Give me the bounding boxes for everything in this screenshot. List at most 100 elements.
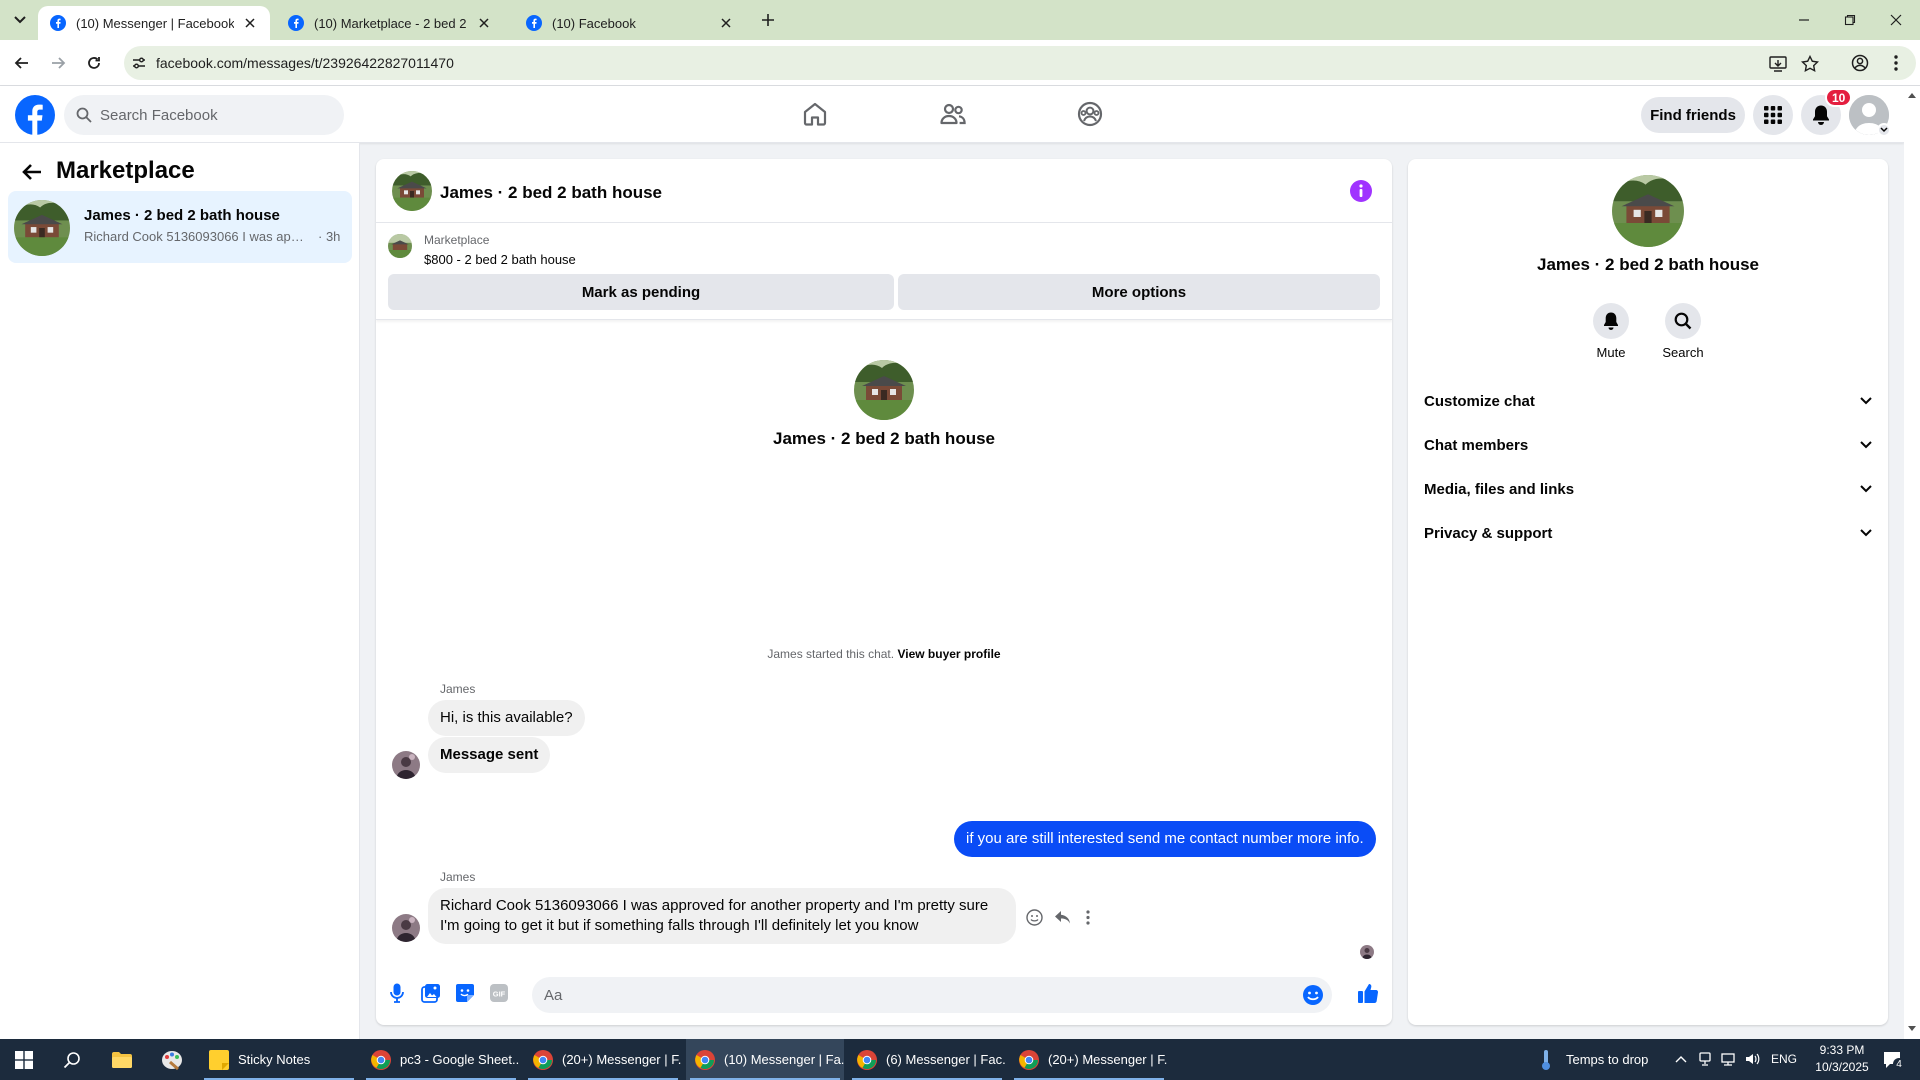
media-files-links-section[interactable]: Media, files and links [1416,467,1880,511]
taskbar-search-button[interactable] [48,1039,96,1080]
info-icon[interactable] [1350,180,1372,202]
chat-avatar[interactable] [392,171,432,211]
send-like-button[interactable] [1354,979,1382,1007]
thermometer-icon[interactable] [1538,1049,1554,1071]
mark-as-pending-button[interactable]: Mark as pending [388,274,894,310]
forward-button[interactable] [46,51,70,75]
meet-now-icon[interactable] [1697,1051,1713,1067]
taskbar-app-messenger-3[interactable]: (20+) Messenger | F... [1010,1039,1168,1080]
close-tab-icon[interactable] [718,15,734,31]
close-tab-icon[interactable] [476,15,492,31]
restore-window-button[interactable] [1838,8,1862,32]
weather-text[interactable]: Temps to drop [1566,1052,1648,1067]
listing-thumbnail[interactable] [388,234,412,258]
show-hidden-icons-chevron[interactable] [1673,1051,1689,1067]
profile-account-icon[interactable] [1848,51,1872,75]
browser-tab-facebook[interactable]: (10) Facebook [514,6,746,40]
message-bubble[interactable]: Message sent [428,737,551,773]
back-button[interactable] [18,158,46,186]
browser-menu-icon[interactable] [1884,51,1908,75]
sender-avatar [392,914,420,942]
taskbar-app-messenger-active[interactable]: (10) Messenger | Fa... [686,1039,844,1080]
facebook-logo-icon[interactable] [15,95,55,135]
message-sender: James [440,870,476,884]
site-info-icon[interactable] [130,54,148,72]
nav-groups[interactable] [1072,96,1108,132]
chat-details-panel: James · 2 bed 2 bath house Mute Search C… [1408,159,1888,1025]
taskbar-app-messenger-2[interactable]: (6) Messenger | Fac... [848,1039,1006,1080]
listing-price[interactable]: $800 - 2 bed 2 bath house [424,252,576,267]
arrow-left-icon [14,57,28,69]
address-bar[interactable]: facebook.com/messages/t/2392642282701147… [124,46,1916,80]
taskbar-app-messenger-1[interactable]: (20+) Messenger | F... [524,1039,682,1080]
reply-icon[interactable] [1052,907,1072,927]
sticker-button[interactable] [452,980,478,1006]
taskbar-app-label: (20+) Messenger | F... [1048,1052,1168,1067]
network-icon[interactable] [1720,1051,1736,1067]
started-text: James started this chat. [767,647,895,661]
search-icon-wrap [1665,303,1701,339]
taskbar-app-google-sheets[interactable]: pc3 - Google Sheet... [362,1039,520,1080]
tab-title: (10) Facebook [552,15,636,31]
nav-home[interactable] [797,96,833,132]
volume-icon[interactable] [1744,1051,1760,1067]
outgoing-message-bubble[interactable]: if you are still interested send me cont… [954,821,1376,857]
chevron-down-icon [14,16,26,24]
message-bubble[interactable]: Hi, is this available? [428,700,585,736]
input-language[interactable]: ENG [1771,1052,1797,1066]
taskbar-app-sticky-notes[interactable]: Sticky Notes [200,1039,358,1080]
file-explorer-button[interactable] [98,1039,146,1080]
bookmark-star-icon[interactable] [1800,54,1820,74]
voice-clip-button[interactable] [384,980,410,1006]
paint-app-button[interactable] [148,1039,196,1080]
facebook-search[interactable] [64,95,344,135]
emoji-icon[interactable] [1302,984,1324,1006]
more-options-button[interactable]: More options [898,274,1380,310]
clock-time[interactable]: 9:33 PM [1810,1043,1874,1057]
find-friends-button[interactable]: Find friends [1641,97,1745,133]
browser-tab-messenger[interactable]: (10) Messenger | Facebook [38,6,270,40]
react-emoji-icon[interactable] [1024,907,1044,927]
message-input[interactable] [544,986,1284,1004]
customize-chat-section[interactable]: Customize chat [1416,379,1880,423]
chat-title[interactable]: James · 2 bed 2 bath house [440,183,662,203]
notification-count-badge: 10 [1825,88,1853,107]
details-name: James · 2 bed 2 bath house [1536,255,1759,274]
more-actions-icon[interactable] [1078,907,1098,927]
chrome-icon [857,1049,877,1070]
message-sender: James [440,682,476,696]
account-menu-chevron[interactable] [1877,123,1891,137]
minimize-window-button[interactable] [1792,8,1816,32]
start-button[interactable] [0,1039,48,1080]
reload-button[interactable] [82,51,106,75]
message-bubble[interactable]: Richard Cook 5136093066 I was approved f… [428,888,1016,944]
conversation-item[interactable]: James · 2 bed 2 bath house Richard Cook … [8,191,352,263]
clock-date[interactable]: 10/3/2025 [1810,1060,1874,1074]
search-in-chat-button[interactable]: Search [1653,303,1713,360]
mute-button[interactable]: Mute [1581,303,1641,360]
browser-tab-marketplace[interactable]: (10) Marketplace - 2 bed 2 bath [276,6,504,40]
message-composer[interactable] [532,977,1332,1013]
details-avatar[interactable] [1612,175,1684,247]
search-input[interactable] [100,106,320,124]
close-tab-icon[interactable] [242,15,258,31]
view-buyer-profile-link[interactable]: View buyer profile [897,647,1000,661]
gif-button[interactable]: GIF [486,980,512,1006]
install-app-icon[interactable] [1768,54,1788,74]
friends-icon [940,103,966,125]
windows-logo-icon [15,1050,33,1069]
new-tab-button[interactable] [758,10,778,30]
search-icon [76,107,92,123]
nav-friends[interactable] [935,96,971,132]
close-window-button[interactable] [1884,8,1908,32]
back-button[interactable] [10,51,34,75]
privacy-support-section[interactable]: Privacy & support [1416,511,1880,555]
apps-grid-icon [1764,106,1782,124]
tab-search-button[interactable] [8,9,32,31]
page-scrollbar[interactable] [1904,86,1920,1039]
menu-button[interactable] [1753,95,1793,135]
attach-photo-button[interactable] [418,980,444,1006]
section-label: Privacy & support [1424,524,1553,542]
arrow-left-icon [22,164,41,180]
chat-members-section[interactable]: Chat members [1416,423,1880,467]
